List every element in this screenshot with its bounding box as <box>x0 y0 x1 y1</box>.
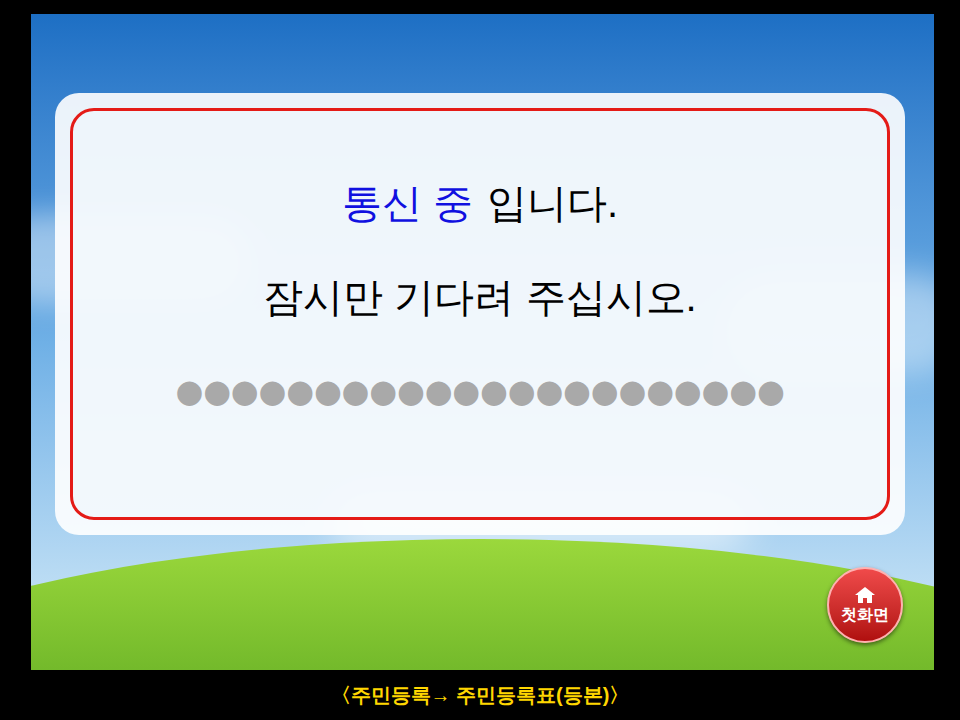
screen-frame: 통신 중입니다.잠시만 기다려 주십시오.●●●●●●●●●●●●●●●●●●●… <box>0 0 960 670</box>
status-suffix: 입니다. <box>487 177 618 229</box>
progress-dot: ● <box>342 375 370 407</box>
message-panel: 통신 중입니다.잠시만 기다려 주십시오.●●●●●●●●●●●●●●●●●●●… <box>55 93 905 535</box>
progress-dot: ● <box>231 375 259 407</box>
progress-dot: ● <box>452 375 480 407</box>
status-text: 통신 중 <box>342 177 473 229</box>
house-icon <box>854 586 876 604</box>
progress-dot: ● <box>535 375 563 407</box>
panel-area: 통신 중입니다.잠시만 기다려 주십시오.●●●●●●●●●●●●●●●●●●●… <box>31 14 934 535</box>
progress-dot: ● <box>618 375 646 407</box>
progress-dot: ● <box>175 375 203 407</box>
progress-dot: ● <box>203 375 231 407</box>
message-box: 통신 중입니다.잠시만 기다려 주십시오.●●●●●●●●●●●●●●●●●●●… <box>70 108 890 520</box>
progress-dot: ● <box>646 375 674 407</box>
progress-dot: ● <box>369 375 397 407</box>
progress-dots: ●●●●●●●●●●●●●●●●●●●●●● <box>175 375 784 407</box>
progress-dot: ● <box>259 375 287 407</box>
sky-background: 통신 중입니다.잠시만 기다려 주십시오.●●●●●●●●●●●●●●●●●●●… <box>31 14 934 670</box>
progress-dot: ● <box>729 375 757 407</box>
home-button[interactable]: 첫화면 <box>827 567 903 643</box>
progress-dot: ● <box>480 375 508 407</box>
progress-dot: ● <box>397 375 425 407</box>
progress-dot: ● <box>508 375 536 407</box>
prompt-text: 잠시만 기다려 주십시오. <box>263 271 696 323</box>
progress-dot: ● <box>314 375 342 407</box>
progress-dot: ● <box>563 375 591 407</box>
progress-dot: ● <box>425 375 453 407</box>
progress-dot: ● <box>757 375 785 407</box>
breadcrumb: 〈주민등록→ 주민등록표(등본)〉 <box>331 683 630 707</box>
home-label: 첫화면 <box>841 605 889 624</box>
progress-dot: ● <box>674 375 702 407</box>
footer-bar: 〈주민등록→ 주민등록표(등본)〉 <box>0 670 960 720</box>
progress-dot: ● <box>702 375 730 407</box>
progress-dot: ● <box>286 375 314 407</box>
progress-dot: ● <box>591 375 619 407</box>
status-line: 통신 중 입니다. <box>342 177 618 229</box>
grass-hill <box>31 539 934 670</box>
